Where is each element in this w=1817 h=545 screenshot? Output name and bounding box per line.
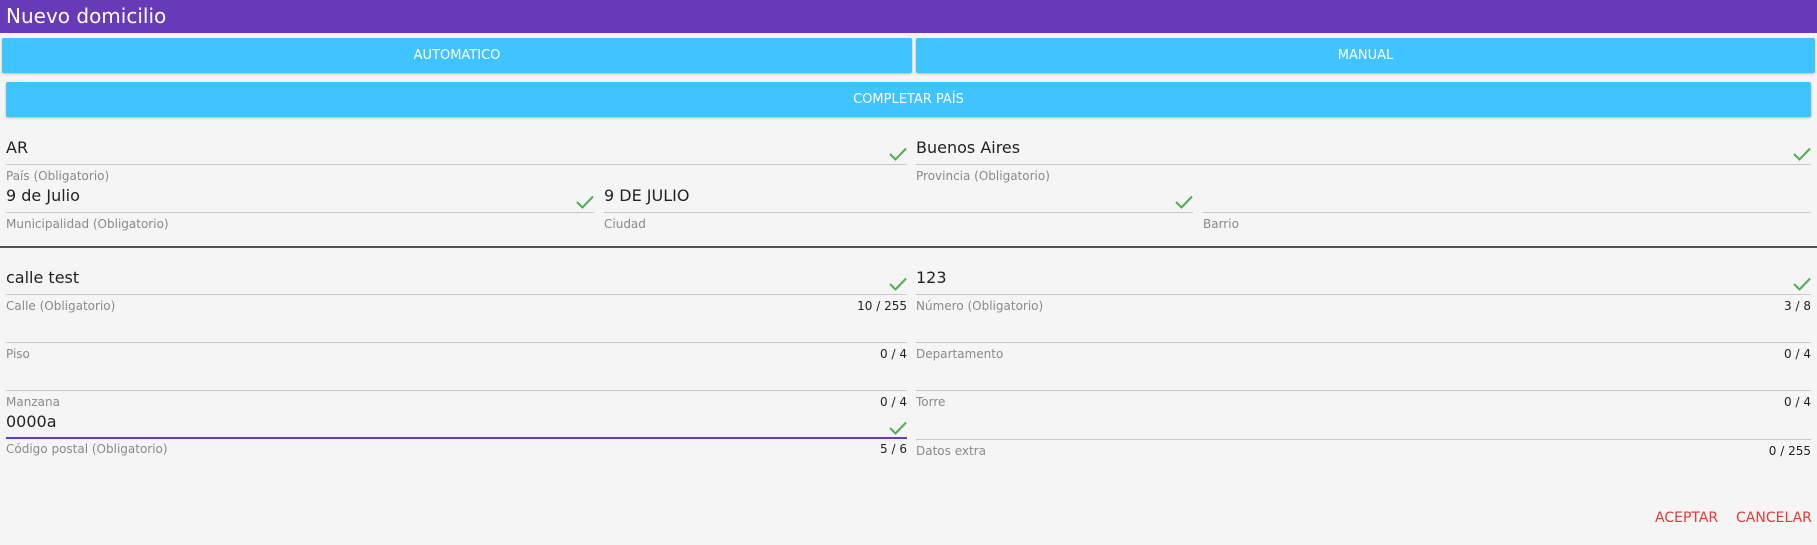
torre-underline [916,390,1811,391]
torre-label: Torre [916,395,946,409]
check-icon [1793,277,1811,291]
codigo-postal-underline [6,437,907,439]
pais-field[interactable]: AR País (Obligatorio) [6,138,907,183]
datos-extra-counter: 0 / 255 [1768,444,1811,458]
barrio-field[interactable]: Barrio [1203,186,1811,231]
manzana-label: Manzana [6,395,60,409]
calle-field[interactable]: calle test Calle (Obligatorio) 10 / 255 [6,268,907,313]
pais-input[interactable]: AR [6,138,28,157]
numero-label: Número (Obligatorio) [916,299,1044,313]
piso-underline [6,342,907,343]
departamento-counter: 0 / 4 [1784,347,1811,361]
datos-extra-label: Datos extra [916,444,986,458]
piso-field[interactable]: Piso 0 / 4 [6,316,907,361]
departamento-field[interactable]: Departamento 0 / 4 [916,316,1811,361]
barrio-label: Barrio [1203,217,1239,231]
piso-counter: 0 / 4 [880,347,907,361]
manzana-field[interactable]: Manzana 0 / 4 [6,364,907,409]
municipalidad-input[interactable]: 9 de Julio [6,186,80,205]
departamento-label: Departamento [916,347,1004,361]
municipalidad-underline [6,212,594,213]
numero-counter: 3 / 8 [1784,299,1811,313]
codigo-postal-input[interactable]: 0000a [6,412,57,431]
ciudad-input[interactable]: 9 DE JULIO [604,186,689,205]
complete-country-button[interactable]: COMPLETAR PAÍS [6,82,1811,117]
section-divider [0,246,1817,248]
datos-extra-field[interactable]: Datos extra 0 / 255 [916,413,1811,458]
ciudad-underline [604,212,1193,213]
check-icon [889,421,907,435]
pais-underline [6,164,907,165]
check-icon [1175,195,1193,209]
codigo-postal-label: Código postal (Obligatorio) [6,442,168,456]
check-icon [889,277,907,291]
ciudad-label: Ciudad [604,217,646,231]
torre-counter: 0 / 4 [1784,395,1811,409]
barrio-underline [1203,212,1811,213]
calle-counter: 10 / 255 [857,299,907,313]
pais-label: País (Obligatorio) [6,169,110,183]
manual-button[interactable]: MANUAL [916,38,1815,73]
manzana-underline [6,390,907,391]
provincia-underline [916,164,1811,165]
calle-label: Calle (Obligatorio) [6,299,116,313]
calle-input[interactable]: calle test [6,268,79,287]
window-title: Nuevo domicilio [0,0,1817,33]
numero-field[interactable]: 123 Número (Obligatorio) 3 / 8 [916,268,1811,313]
check-icon [576,195,594,209]
datos-extra-underline [916,439,1811,440]
accept-button[interactable]: ACEPTAR [1655,510,1718,526]
provincia-input[interactable]: Buenos Aires [916,138,1020,157]
municipalidad-label: Municipalidad (Obligatorio) [6,217,169,231]
check-icon [889,147,907,161]
municipalidad-field[interactable]: 9 de Julio Municipalidad (Obligatorio) [6,186,594,231]
calle-underline [6,294,907,295]
torre-field[interactable]: Torre 0 / 4 [916,364,1811,409]
codigo-postal-field[interactable]: 0000a Código postal (Obligatorio) 5 / 6 [6,412,907,457]
provincia-label: Provincia (Obligatorio) [916,169,1050,183]
manzana-counter: 0 / 4 [880,395,907,409]
numero-input[interactable]: 123 [916,268,947,287]
numero-underline [916,294,1811,295]
ciudad-field[interactable]: 9 DE JULIO Ciudad [604,186,1193,231]
codigo-postal-counter: 5 / 6 [880,442,907,456]
provincia-field[interactable]: Buenos Aires Provincia (Obligatorio) [916,138,1811,183]
departamento-underline [916,342,1811,343]
automatic-button[interactable]: AUTOMATICO [2,38,912,73]
cancel-button[interactable]: CANCELAR [1736,510,1812,526]
check-icon [1793,147,1811,161]
piso-label: Piso [6,347,30,361]
